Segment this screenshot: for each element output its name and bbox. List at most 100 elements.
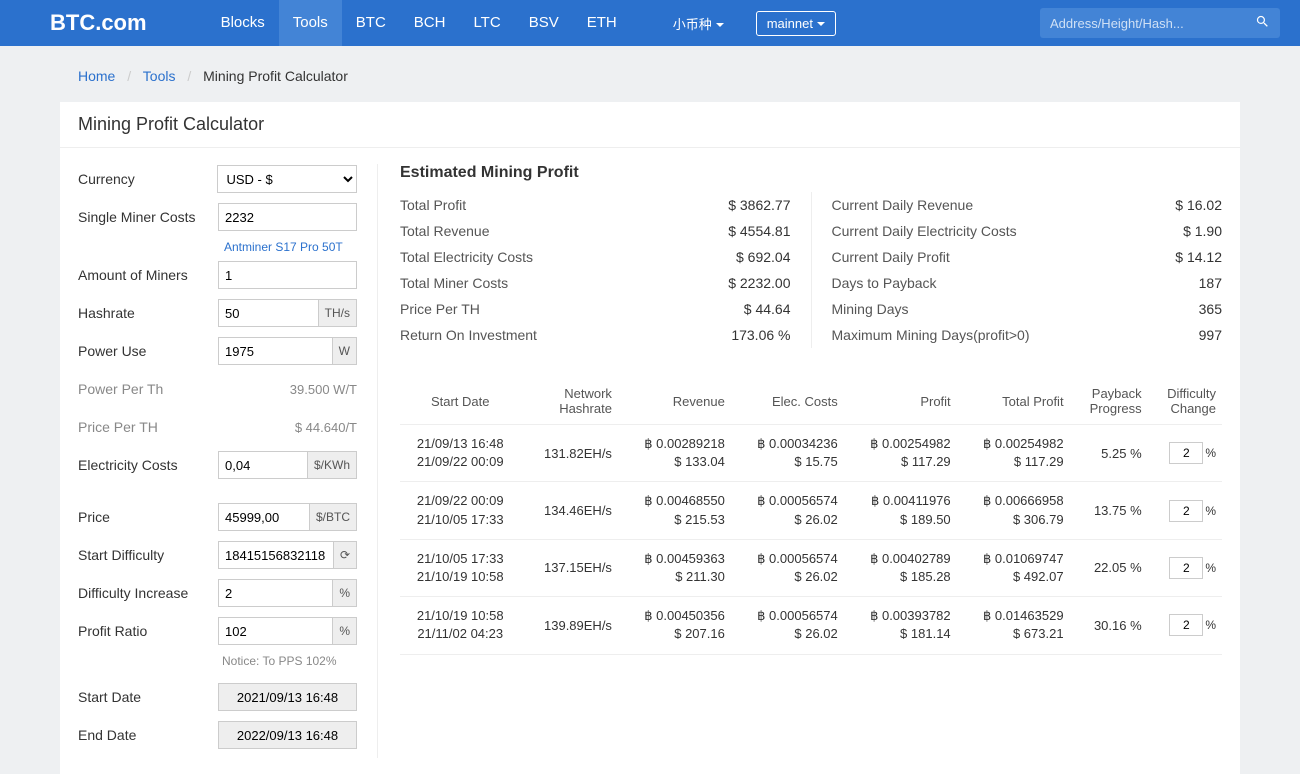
- profit-table: Start DateNetworkHashrateRevenueElec. Co…: [400, 378, 1222, 655]
- search-icon[interactable]: [1255, 14, 1270, 32]
- nav-small-coins[interactable]: 小币种: [661, 14, 736, 33]
- hashrate-cell: 134.46EH/s: [520, 482, 618, 539]
- stat-label: Return On Investment: [400, 327, 537, 343]
- currency-select[interactable]: USD - $: [217, 165, 357, 193]
- breadcrumb-current: Mining Profit Calculator: [203, 68, 348, 84]
- stat-label: Days to Payback: [832, 275, 937, 291]
- diff-change-input[interactable]: [1169, 500, 1203, 522]
- chevron-down-icon: [817, 22, 825, 26]
- stat-value: $ 44.64: [744, 301, 791, 317]
- date-cell: 21/09/22 00:0921/10/05 17:33: [400, 482, 520, 539]
- percent-suffix: %: [1205, 504, 1216, 518]
- diff-inc-input[interactable]: [219, 580, 332, 606]
- profit-cell: ฿ 0.00402789$ 185.28: [844, 539, 957, 596]
- stats-grid: Total Profit$ 3862.77Total Revenue$ 4554…: [400, 192, 1222, 348]
- stat-value: $ 2232.00: [728, 275, 790, 291]
- stat-label: Current Daily Electricity Costs: [832, 223, 1017, 239]
- total-profit-cell: ฿ 0.01463529$ 673.21: [957, 597, 1070, 654]
- stat-value: $ 14.12: [1175, 249, 1222, 265]
- elec-cell: ฿ 0.00056574$ 26.02: [731, 482, 844, 539]
- stat-row: Maximum Mining Days(profit>0)997: [832, 322, 1223, 348]
- price-unit: $/BTC: [309, 504, 356, 530]
- nav-links: Blocks Tools BTC BCH LTC BSV ETH 小币种 mai…: [207, 0, 836, 46]
- main-content: Estimated Mining Profit Total Profit$ 38…: [378, 164, 1222, 758]
- nav-link-eth[interactable]: ETH: [573, 0, 631, 46]
- payback-cell: 22.05 %: [1070, 539, 1148, 596]
- profit-ratio-unit: %: [332, 618, 356, 644]
- nav-link-btc[interactable]: BTC: [342, 0, 400, 46]
- hashrate-input[interactable]: [219, 300, 318, 326]
- nav-link-ltc[interactable]: LTC: [459, 0, 514, 46]
- stat-row: Total Revenue$ 4554.81: [400, 218, 791, 244]
- total-profit-cell: ฿ 0.00254982$ 117.29: [957, 425, 1070, 482]
- profit-cell: ฿ 0.00254982$ 117.29: [844, 425, 957, 482]
- page-title: Mining Profit Calculator: [60, 102, 1240, 148]
- power-per-th-value: 39.500 W/T: [290, 382, 357, 397]
- power-use-unit: W: [332, 338, 356, 364]
- breadcrumb-tools[interactable]: Tools: [143, 68, 176, 84]
- stat-value: $ 3862.77: [728, 197, 790, 213]
- hashrate-cell: 137.15EH/s: [520, 539, 618, 596]
- diff-change-cell: %: [1148, 539, 1222, 596]
- pps-notice: Notice: To PPS 102%: [222, 654, 362, 668]
- amount-input[interactable]: [219, 262, 356, 288]
- stat-value: $ 1.90: [1183, 223, 1222, 239]
- amount-label: Amount of Miners: [78, 267, 218, 283]
- stat-row: Current Daily Profit$ 14.12: [832, 244, 1223, 270]
- payback-cell: 30.16 %: [1070, 597, 1148, 654]
- date-cell: 21/10/05 17:3321/10/19 10:58: [400, 539, 520, 596]
- stat-label: Price Per TH: [400, 301, 480, 317]
- miner-model-link[interactable]: Antminer S17 Pro 50T: [222, 240, 362, 254]
- power-use-input[interactable]: [219, 338, 332, 364]
- percent-suffix: %: [1205, 446, 1216, 460]
- hashrate-cell: 139.89EH/s: [520, 597, 618, 654]
- date-cell: 21/10/19 10:5821/11/02 04:23: [400, 597, 520, 654]
- stat-row: Total Electricity Costs$ 692.04: [400, 244, 791, 270]
- elec-cell: ฿ 0.00056574$ 26.02: [731, 597, 844, 654]
- start-diff-input[interactable]: [219, 542, 333, 568]
- stat-value: $ 4554.81: [728, 223, 790, 239]
- elec-cost-input[interactable]: [219, 452, 307, 478]
- elec-cell: ฿ 0.00034236$ 15.75: [731, 425, 844, 482]
- total-profit-cell: ฿ 0.01069747$ 492.07: [957, 539, 1070, 596]
- stat-row: Current Daily Revenue$ 16.02: [832, 192, 1223, 218]
- nav-link-bsv[interactable]: BSV: [515, 0, 573, 46]
- nav-link-blocks[interactable]: Blocks: [207, 0, 279, 46]
- diff-change-cell: %: [1148, 425, 1222, 482]
- diff-change-input[interactable]: [1169, 557, 1203, 579]
- refresh-icon[interactable]: ⟳: [333, 542, 356, 568]
- breadcrumb-home[interactable]: Home: [78, 68, 115, 84]
- percent-suffix: %: [1205, 618, 1216, 632]
- diff-change-input[interactable]: [1169, 614, 1203, 636]
- summary-title: Estimated Mining Profit: [400, 164, 1222, 182]
- network-select[interactable]: mainnet: [756, 11, 836, 36]
- payback-cell: 13.75 %: [1070, 482, 1148, 539]
- table-header: Start Date: [400, 378, 520, 425]
- diff-change-input[interactable]: [1169, 442, 1203, 464]
- search-input[interactable]: [1050, 16, 1255, 31]
- payback-cell: 5.25 %: [1070, 425, 1148, 482]
- price-input[interactable]: [219, 504, 309, 530]
- single-miner-input[interactable]: [219, 204, 356, 230]
- stat-label: Total Miner Costs: [400, 275, 508, 291]
- start-date-input[interactable]: [219, 684, 356, 710]
- percent-suffix: %: [1205, 561, 1216, 575]
- logo[interactable]: BTC.com: [50, 10, 147, 36]
- search-box[interactable]: [1040, 8, 1280, 38]
- stat-value: 365: [1199, 301, 1222, 317]
- table-row: 21/10/19 10:5821/11/02 04:23139.89EH/s ฿ …: [400, 597, 1222, 654]
- table-row: 21/09/13 16:4821/09/22 00:09131.82EH/s฿ …: [400, 425, 1222, 482]
- price-per-th-value: $ 44.640/T: [295, 420, 357, 435]
- table-row: 21/09/22 00:0921/10/05 17:33134.46EH/s ฿ …: [400, 482, 1222, 539]
- elec-cell: ฿ 0.00056574$ 26.02: [731, 539, 844, 596]
- end-date-input[interactable]: [219, 722, 356, 748]
- nav-link-bch[interactable]: BCH: [400, 0, 460, 46]
- stat-row: Current Daily Electricity Costs $ 1.90: [832, 218, 1223, 244]
- nav-link-tools[interactable]: Tools: [279, 0, 342, 46]
- elec-cost-label: Electricity Costs: [78, 457, 218, 473]
- stat-value: $ 692.04: [736, 249, 791, 265]
- table-header: Total Profit: [957, 378, 1070, 425]
- stat-label: Mining Days: [832, 301, 909, 317]
- profit-ratio-input[interactable]: [219, 618, 332, 644]
- stat-row: Days to Payback187: [832, 270, 1223, 296]
